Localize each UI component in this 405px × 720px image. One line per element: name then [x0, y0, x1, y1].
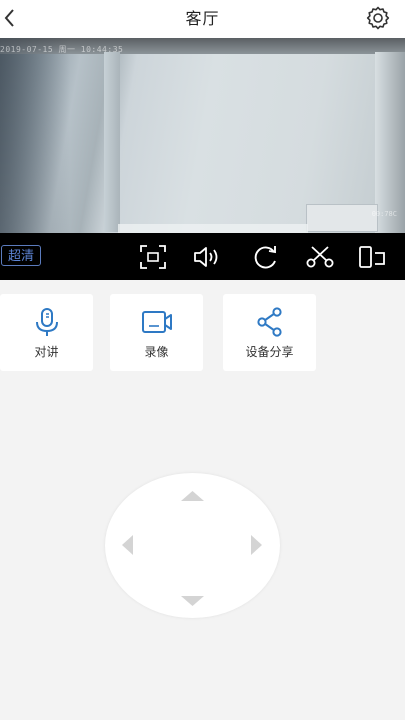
live-video-feed[interactable]: 2019-07-15 周一 10:44:35 00:78C — [0, 38, 405, 233]
settings-gear-icon[interactable] — [365, 5, 391, 31]
record-label: 录像 — [144, 345, 169, 359]
arrow-right-icon[interactable] — [250, 534, 263, 560]
arrow-left-icon[interactable] — [121, 534, 134, 560]
intercom-label: 对讲 — [34, 345, 59, 359]
ptz-direction-pad[interactable] — [105, 473, 280, 618]
record-button[interactable]: 录像 — [110, 294, 203, 371]
share-device-button[interactable]: 设备分享 — [223, 294, 316, 371]
video-timestamp: 2019-07-15 周一 10:44:35 — [0, 45, 124, 54]
refresh-icon[interactable] — [252, 244, 280, 270]
video-door-frame — [104, 52, 120, 232]
video-bracket — [306, 204, 378, 232]
arrow-up-icon[interactable] — [180, 487, 205, 506]
video-camera-icon — [110, 307, 203, 337]
scissors-icon[interactable] — [306, 244, 334, 270]
speaker-icon[interactable] — [193, 244, 221, 270]
share-device-label: 设备分享 — [245, 345, 294, 359]
device-switch-icon[interactable] — [358, 244, 386, 270]
quality-button[interactable]: 超清 — [1, 245, 41, 266]
video-floor-strip — [118, 224, 308, 233]
video-osd-label: 00:78C — [371, 210, 397, 218]
video-control-bar: 超清 — [0, 233, 405, 280]
app-header: 客厅 — [0, 0, 405, 38]
video-shadow — [0, 38, 70, 233]
share-icon — [223, 307, 316, 337]
screenshot-icon[interactable] — [139, 244, 167, 270]
arrow-down-icon[interactable] — [180, 592, 205, 611]
page-title: 客厅 — [185, 9, 220, 28]
video-wall-post — [375, 52, 405, 233]
microphone-icon — [0, 307, 93, 337]
intercom-button[interactable]: 对讲 — [0, 294, 93, 371]
